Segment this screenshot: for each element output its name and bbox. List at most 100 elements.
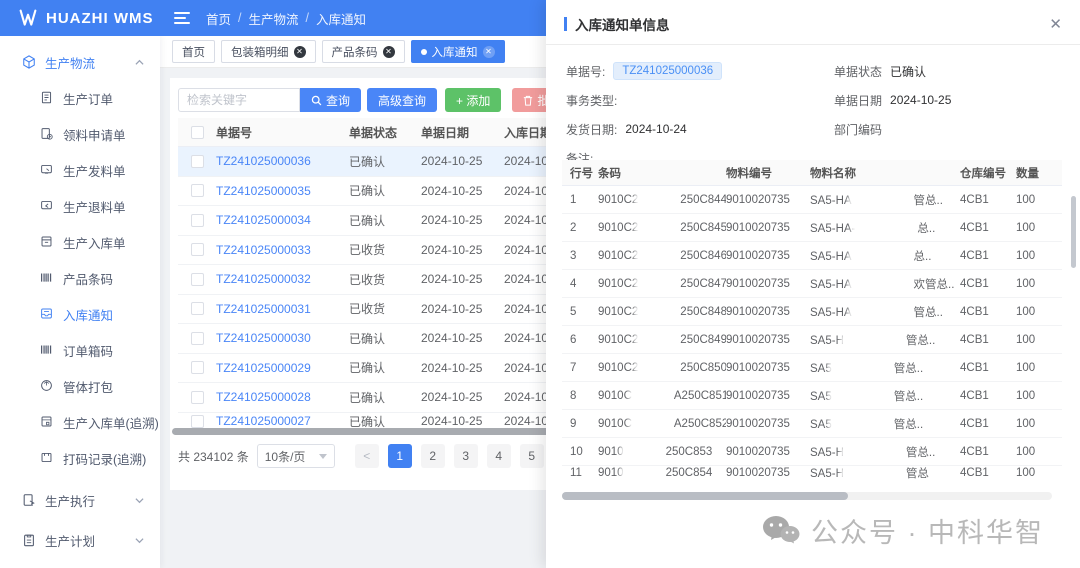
sidebar-section-production-plan[interactable]: 生产计划 <box>0 522 160 558</box>
search-input[interactable] <box>178 88 300 112</box>
add-button[interactable]: + 添加 <box>445 88 501 112</box>
detail-row[interactable]: 4 9010C2250C847 9010020735 SA5-HA欢管总.. 4… <box>562 270 1062 298</box>
page-button-1[interactable]: 1 <box>388 444 412 468</box>
redacted-area <box>638 334 680 345</box>
watermark: 公众号 · 中科华智 <box>761 511 1044 550</box>
brand-logo: HUAZHI WMS <box>0 0 160 36</box>
close-icon[interactable]: ✕ <box>483 46 495 58</box>
row-checkbox[interactable] <box>191 273 204 286</box>
sidebar-item-picking-request[interactable]: 领料申请单 <box>0 116 160 152</box>
redacted-area <box>638 362 680 373</box>
sidebar-item-inbound-notice[interactable]: 入库通知 <box>0 296 160 332</box>
page-button-4[interactable]: 4 <box>487 444 511 468</box>
page-button-2[interactable]: 2 <box>421 444 445 468</box>
sidebar-item-material-return[interactable]: 生产退料单 <box>0 188 160 224</box>
chevron-up-icon <box>135 58 144 67</box>
doc-no-link[interactable]: TZ241025000027 <box>216 414 349 428</box>
doc-no-link[interactable]: TZ241025000028 <box>216 390 349 404</box>
redacted-area <box>638 278 680 289</box>
drawer-header: 入库通知单信息 ✕ <box>546 0 1080 44</box>
detail-row[interactable]: 9 9010CA250C852 9010020735 SA5管总.. 4CB1 … <box>562 410 1062 438</box>
trash-icon <box>523 95 533 106</box>
drawer-title: 入库通知单信息 <box>575 14 670 34</box>
page-button-5[interactable]: 5 <box>520 444 544 468</box>
clipboard-icon <box>40 127 54 141</box>
sidebar: 生产物流 生产订单 领料申请单 生产发料单 生产退料单 生产入库单 产品条码 入… <box>0 36 160 568</box>
detail-header-row: 行号 条码 物料编号 物料名称 仓库编号 数量 <box>562 160 1062 186</box>
sidebar-item-pipe-packing[interactable]: 管体打包 <box>0 368 160 404</box>
sidebar-item-production-order[interactable]: 生产订单 <box>0 80 160 116</box>
doc-no-link[interactable]: TZ241025000034 <box>216 213 349 227</box>
row-checkbox[interactable] <box>191 155 204 168</box>
page-size-select[interactable]: 10条/页 <box>257 444 335 468</box>
detail-vertical-scrollbar[interactable] <box>1071 196 1076 268</box>
doc-no-link[interactable]: TZ241025000029 <box>216 361 349 375</box>
box-in-icon <box>40 235 54 249</box>
breadcrumb-home[interactable]: 首页 <box>206 9 231 28</box>
doc-no-link[interactable]: TZ241025000031 <box>216 302 349 316</box>
row-checkbox[interactable] <box>191 391 204 404</box>
redacted-area <box>832 419 894 430</box>
tab-product-barcode[interactable]: 产品条码 ✕ <box>322 40 405 63</box>
doc-no-link[interactable]: TZ241025000036 <box>216 154 349 168</box>
row-checkbox[interactable] <box>191 243 204 256</box>
doc-no-link[interactable]: TZ241025000035 <box>216 184 349 198</box>
pagination: 共 234102 条 10条/页 < 1 2 3 4 5 6 ··· <box>178 444 610 468</box>
brand-name: HUAZHI WMS <box>46 10 154 27</box>
wechat-icon <box>761 514 801 548</box>
query-button[interactable]: 查询 <box>300 88 361 112</box>
tab-inbound-notice[interactable]: 入库通知 ✕ <box>411 40 505 63</box>
detail-row[interactable]: 3 9010C2250C846 9010020735 SA5-HA总.. 4CB… <box>562 242 1062 270</box>
doc-date-value: 2024-10-25 <box>890 93 951 107</box>
advanced-query-button[interactable]: 高级查询 <box>367 88 437 112</box>
brand-logo-icon <box>18 9 38 27</box>
detail-row[interactable]: 5 9010C2250C848 9010020735 SA5-HA管总.. 4C… <box>562 298 1062 326</box>
redacted-area <box>855 223 917 234</box>
redacted-area <box>852 195 914 206</box>
row-checkbox[interactable] <box>191 361 204 374</box>
plan-icon <box>22 533 36 547</box>
doc-no-link[interactable]: TZ241025000030 <box>216 331 349 345</box>
select-all-checkbox[interactable] <box>191 126 204 139</box>
barcode-icon <box>40 271 54 285</box>
detail-horizontal-scrollbar[interactable] <box>562 492 1052 500</box>
sidebar-section-production-execution[interactable]: 生产执行 <box>0 482 160 518</box>
sidebar-item-product-barcode[interactable]: 产品条码 <box>0 260 160 296</box>
tab-packing-box-detail[interactable]: 包装箱明细 ✕ <box>221 40 316 63</box>
doc-no-link[interactable]: TZ241025000032 <box>216 272 349 286</box>
detail-row[interactable]: 2 9010C2250C845 9010020735 SA5-HA-总.. 4C… <box>562 214 1062 242</box>
sidebar-item-material-issue[interactable]: 生产发料单 <box>0 152 160 188</box>
redacted-area <box>632 390 674 401</box>
row-checkbox[interactable] <box>191 302 204 315</box>
total-count: 共 234102 条 <box>178 448 249 465</box>
chevron-down-icon <box>135 496 144 505</box>
close-icon[interactable]: ✕ <box>294 46 306 58</box>
sidebar-item-order-box-code[interactable]: 订单箱码 <box>0 332 160 368</box>
close-icon[interactable]: ✕ <box>383 46 395 58</box>
detail-row-clipped[interactable]: 11 9010250C854 9010020735 SA5-H管总 4CB1 1… <box>562 466 1062 479</box>
close-icon[interactable]: ✕ <box>1049 17 1062 32</box>
row-checkbox[interactable] <box>191 415 204 428</box>
row-checkbox[interactable] <box>191 332 204 345</box>
sidebar-item-inbound-trace[interactable]: 生产入库单(追溯) <box>0 404 160 440</box>
detail-row[interactable]: 7 9010C2250C850 9010020735 SA5管总.. 4CB1 … <box>562 354 1062 382</box>
doc-no-tag[interactable]: TZ241025000036 <box>613 62 722 80</box>
detail-row[interactable]: 10 9010250C853 9010020735 SA5-H管总.. 4CB1… <box>562 438 1062 466</box>
tab-home[interactable]: 首页 <box>172 40 215 63</box>
doc-no-link[interactable]: TZ241025000033 <box>216 243 349 257</box>
menu-toggle-icon[interactable] <box>174 12 190 24</box>
breadcrumb-section[interactable]: 生产物流 <box>249 9 299 28</box>
page-button-3[interactable]: 3 <box>454 444 478 468</box>
sidebar-item-production-inbound[interactable]: 生产入库单 <box>0 224 160 260</box>
detail-row[interactable]: 6 9010C2250C849 9010020735 SA5-H管总.. 4CB… <box>562 326 1062 354</box>
sidebar-section-production-logistics[interactable]: 生产物流 <box>0 44 160 80</box>
row-checkbox[interactable] <box>191 214 204 227</box>
horizontal-scrollbar[interactable] <box>172 428 550 435</box>
detail-row[interactable]: 1 9010C2250C844 9010020735 SA5-HA管总.. 4C… <box>562 186 1062 214</box>
sidebar-item-marking-record-trace[interactable]: 打码记录(追溯) <box>0 440 160 476</box>
row-checkbox[interactable] <box>191 184 204 197</box>
cube-icon <box>22 55 36 69</box>
prev-page-button[interactable]: < <box>355 444 379 468</box>
record-icon <box>40 451 54 465</box>
detail-row[interactable]: 8 9010CA250C851 9010020735 SA5管总.. 4CB1 … <box>562 382 1062 410</box>
